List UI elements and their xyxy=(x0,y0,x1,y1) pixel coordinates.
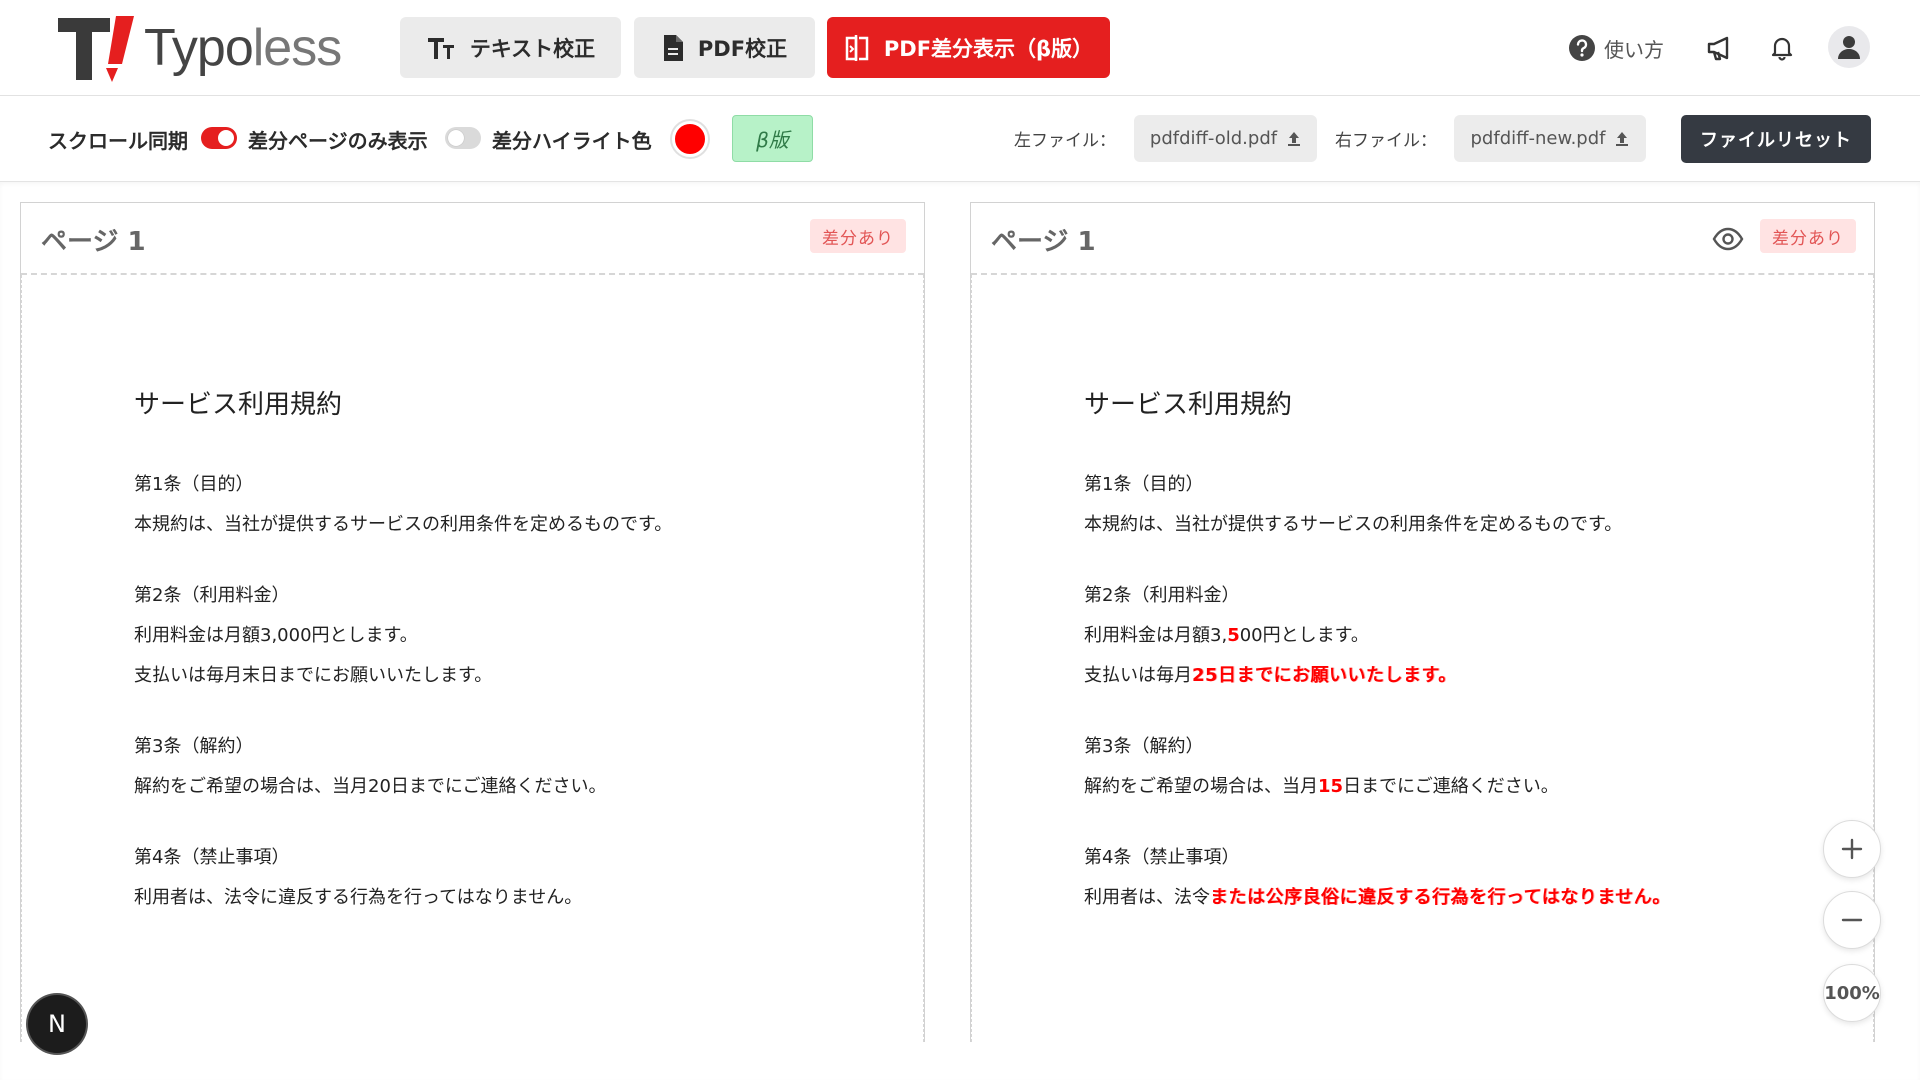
article-2-line-2: 支払いは毎月末日までにお願いいたします。 xyxy=(134,665,493,686)
notifications-button[interactable] xyxy=(1764,30,1800,66)
right-file-label: 右ファイル： xyxy=(1335,131,1437,151)
article-1-body: 本規約は、当社が提供するサービスの利用条件を定めるものです。 xyxy=(1084,514,1623,535)
text-segment: 利用料金は月額3, xyxy=(1084,625,1228,646)
left-diff-badge: 差分あり xyxy=(810,219,906,253)
article-2-line-1: 利用料金は月額3,000円とします。 xyxy=(134,625,418,646)
scroll-sync-label: スクロール同期 xyxy=(48,129,188,153)
pdf-proofread-button[interactable]: PDF校正 xyxy=(634,17,815,78)
article-4-heading: 第4条（禁止事項） xyxy=(134,847,290,868)
typoless-logo[interactable]: Typoless xyxy=(56,10,342,86)
text-segment: 日までにご連絡ください。 xyxy=(1343,776,1559,797)
upload-icon xyxy=(1288,131,1301,146)
text-segment: 解約をご希望の場合は、当月 xyxy=(1084,776,1318,797)
question-circle-icon xyxy=(1569,35,1595,61)
text-size-icon xyxy=(427,37,454,59)
text-segment: 00円とします。 xyxy=(1239,625,1369,646)
bell-icon xyxy=(1771,37,1793,61)
document-icon xyxy=(663,34,683,61)
file-compare-icon xyxy=(845,34,869,61)
article-2-line-2: 支払いは毎月25日までにお願いいたします。 xyxy=(1084,656,1844,696)
highlight-color-label: 差分ハイライト色 xyxy=(492,129,652,153)
article-3-body: 解約をご希望の場合は、当月15日までにご連絡ください。 xyxy=(1084,767,1844,807)
left-file-label: 左ファイル： xyxy=(1014,131,1116,151)
doc-title: サービス利用規約 xyxy=(134,390,343,420)
article-1-body: 本規約は、当社が提供するサービスの利用条件を定めるものです。 xyxy=(134,514,673,535)
logo-mark-icon xyxy=(58,16,134,82)
text-segment: 利用者は、法令 xyxy=(1084,887,1210,908)
article-4-body: 利用者は、法令または公序良俗に違反する行為を行ってはなりません。 xyxy=(1084,878,1844,918)
plus-icon xyxy=(1841,838,1863,860)
megaphone-icon xyxy=(1707,36,1729,61)
doc-title: サービス利用規約 xyxy=(1084,390,1293,420)
article-3-heading: 第3条（解約） xyxy=(1084,736,1204,757)
zoom-out-button[interactable] xyxy=(1823,891,1881,949)
pdf-diff-button[interactable]: PDF差分表示（β版） xyxy=(827,17,1110,78)
diff-only-toggle[interactable] xyxy=(445,127,481,149)
article-2-line-1: 利用料金は月額3,500円とします。 xyxy=(1084,616,1844,656)
help-label: 使い方 xyxy=(1604,37,1664,62)
article-3-heading: 第3条（解約） xyxy=(134,736,254,757)
announcements-button[interactable] xyxy=(1702,30,1738,66)
diff-highlight: 5 xyxy=(1227,625,1240,646)
app-header: Typoless テキスト校正 PDF校正 PDF差分表示（β版） 使い方 xyxy=(0,0,1920,96)
article-2-heading: 第2条（利用料金） xyxy=(134,585,290,606)
article-1-heading: 第1条（目的） xyxy=(1084,474,1204,495)
right-file-upload[interactable]: pdfdiff-new.pdf xyxy=(1454,115,1646,162)
left-page-title: ページ 1 xyxy=(41,227,146,257)
left-page-header: ページ 1 差分あり xyxy=(21,203,924,275)
text-proofread-label: テキスト校正 xyxy=(469,36,596,61)
right-page-canvas[interactable]: サービス利用規約 第1条（目的） 本規約は、当社が提供するサービスの利用条件を定… xyxy=(971,275,1874,1042)
diff-highlight: 15 xyxy=(1318,776,1344,797)
right-page-header: ページ 1 差分あり xyxy=(971,203,1874,275)
minus-icon xyxy=(1841,918,1863,922)
user-avatar[interactable] xyxy=(1828,26,1870,68)
left-file-upload[interactable]: pdfdiff-old.pdf xyxy=(1134,115,1317,162)
diff-only-label: 差分ページのみ表示 xyxy=(248,129,428,153)
floating-n-badge[interactable]: N xyxy=(28,995,86,1053)
diff-highlight: 25日までにお願いいたします。 xyxy=(1192,665,1457,686)
zoom-in-button[interactable] xyxy=(1823,820,1881,878)
right-file-name: pdfdiff-new.pdf xyxy=(1470,128,1606,149)
logo-text: Typoless xyxy=(144,19,342,77)
help-link[interactable]: 使い方 xyxy=(1568,30,1664,66)
pdf-diff-label: PDF差分表示（β版） xyxy=(883,36,1094,61)
right-page-panel: ページ 1 差分あり サービス利用規約 第1条（目的） 本規約は、当社が提供する… xyxy=(970,202,1875,1042)
right-diff-badge: 差分あり xyxy=(1760,219,1856,253)
highlight-color-picker[interactable] xyxy=(672,121,708,157)
upload-icon xyxy=(1616,131,1629,146)
right-page-title: ページ 1 xyxy=(991,227,1096,257)
article-3-body: 解約をご希望の場合は、当月20日までにご連絡ください。 xyxy=(134,776,607,797)
article-2-heading: 第2条（利用料金） xyxy=(1084,585,1240,606)
article-4-heading: 第4条（禁止事項） xyxy=(1084,847,1240,868)
eye-icon[interactable] xyxy=(1712,225,1744,253)
beta-badge: β版 xyxy=(732,115,813,162)
left-file-name: pdfdiff-old.pdf xyxy=(1149,128,1278,149)
article-4-body: 利用者は、法令に違反する行為を行ってはなりません。 xyxy=(134,887,583,908)
scroll-sync-toggle[interactable] xyxy=(201,127,237,149)
pdf-proofread-label: PDF校正 xyxy=(697,36,788,61)
user-icon xyxy=(1838,36,1860,59)
article-1-heading: 第1条（目的） xyxy=(134,474,254,495)
left-page-panel: ページ 1 差分あり サービス利用規約 第1条（目的） 本規約は、当社が提供する… xyxy=(20,202,925,1042)
left-page-canvas[interactable]: サービス利用規約 第1条（目的） 本規約は、当社が提供するサービスの利用条件を定… xyxy=(21,275,924,1042)
zoom-level-button[interactable]: 100% xyxy=(1823,964,1881,1022)
file-reset-button[interactable]: ファイルリセット xyxy=(1681,115,1871,163)
right-document: サービス利用規約 第1条（目的） 本規約は、当社が提供するサービスの利用条件を定… xyxy=(1084,384,1844,918)
text-proofread-button[interactable]: テキスト校正 xyxy=(400,17,621,78)
diff-highlight: または公序良俗に違反する行為を行ってはなりません。 xyxy=(1210,887,1671,908)
left-document: サービス利用規約 第1条（目的） 本規約は、当社が提供するサービスの利用条件を定… xyxy=(134,384,894,918)
text-segment: 支払いは毎月 xyxy=(1084,665,1192,686)
